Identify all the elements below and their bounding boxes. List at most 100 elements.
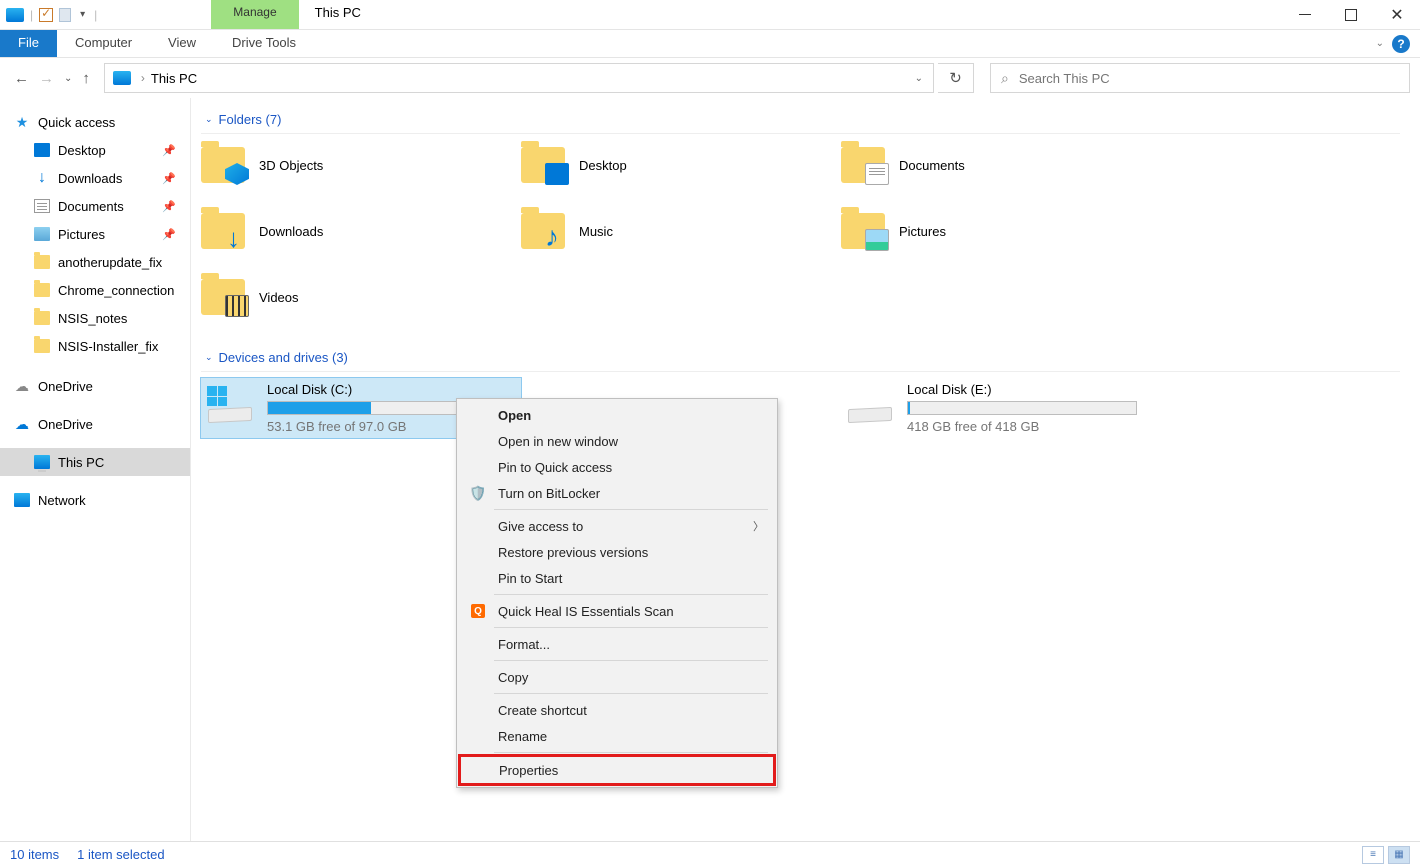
ribbon-tabs: File Computer View Drive Tools ⌄ ? [0,30,1420,58]
quickheal-icon: Q [470,603,486,619]
folder-music[interactable]: Music [521,206,841,256]
ctx-open[interactable]: Open [460,402,774,428]
qat-properties-icon[interactable] [39,8,53,22]
qat-newfolder-icon[interactable] [59,8,71,22]
sidebar-item-documents[interactable]: Documents📌 [14,192,190,220]
address-dropdown-icon[interactable]: ⌄ [905,73,933,84]
folder-icon [201,279,245,315]
submenu-arrow-icon: 〉 [753,518,764,534]
minimize-button[interactable] [1282,0,1328,29]
tab-computer[interactable]: Computer [57,30,150,57]
ctx-pin-start[interactable]: Pin to Start [460,565,774,591]
view-mode-toggles: ≡ ▦ [1362,846,1410,864]
tab-drive-tools[interactable]: Drive Tools [214,30,314,57]
sidebar-onedrive[interactable]: ☁OneDrive [14,410,190,438]
folder-downloads[interactable]: Downloads [201,206,521,256]
folder-icon [841,213,885,249]
content-area: ⌄ Folders (7) 3D Objects Desktop Documen… [190,98,1420,841]
section-drives-header[interactable]: ⌄ Devices and drives (3) [201,346,1400,372]
ctx-rename[interactable]: Rename [460,723,774,749]
ctx-give-access[interactable]: Give access to〉 [460,513,774,539]
back-button[interactable]: ← [14,70,29,87]
folder-icon [34,339,50,353]
ribbon-expand-icon[interactable]: ⌄ [1376,38,1384,49]
file-tab[interactable]: File [0,30,57,57]
sidebar-item-pictures[interactable]: Pictures📌 [14,220,190,248]
pin-icon: 📌 [162,228,176,241]
folder-icon [34,311,50,325]
address-location-icon [113,71,131,85]
highlight-annotation: Properties [458,754,776,786]
help-button[interactable]: ? [1392,35,1410,53]
folder-videos[interactable]: Videos [201,272,521,322]
title-bar: | ▾ | Manage This PC [0,0,1420,30]
ctx-open-new-window[interactable]: Open in new window [460,428,774,454]
navigation-row: ← → ⌄ ↑ › This PC ⌄ ↻ ⌕ [0,58,1420,98]
tab-view[interactable]: View [150,30,214,57]
drive-icon [847,386,893,426]
ctx-quickheal-scan[interactable]: QQuick Heal IS Essentials Scan [460,598,774,624]
folder-icon [841,147,885,183]
ctx-properties[interactable]: Properties [461,757,773,783]
search-box[interactable]: ⌕ [990,63,1410,93]
sidebar-item-downloads[interactable]: ↓Downloads📌 [14,164,190,192]
qat-customize-dropdown[interactable]: ▾ [77,9,88,20]
contextual-tab-label: Manage [211,0,298,29]
folder-pictures[interactable]: Pictures [841,206,1161,256]
section-folders-header[interactable]: ⌄ Folders (7) [201,108,1400,134]
folder-documents[interactable]: Documents [841,140,1161,190]
address-bar[interactable]: › This PC ⌄ [104,63,934,93]
folders-grid: 3D Objects Desktop Documents Downloads M… [201,140,1420,322]
shield-icon: 🛡️ [470,485,486,501]
drive-name: Local Disk (E:) [907,382,1155,397]
close-button[interactable] [1374,0,1420,29]
refresh-button[interactable]: ↻ [938,63,974,93]
context-menu: Open Open in new window Pin to Quick acc… [456,398,778,788]
folder-icon [201,213,245,249]
ctx-pin-quick-access[interactable]: Pin to Quick access [460,454,774,480]
window-controls [1282,0,1420,29]
view-tiles-button[interactable]: ▦ [1388,846,1410,864]
desktop-icon [34,143,50,157]
ctx-separator [494,693,768,694]
folder-icon [201,147,245,183]
star-icon: ★ [14,115,30,129]
folder-desktop[interactable]: Desktop [521,140,841,190]
sidebar-item-folder[interactable]: NSIS_notes [14,304,190,332]
ctx-bitlocker[interactable]: 🛡️Turn on BitLocker [460,480,774,506]
app-icon[interactable] [6,8,24,22]
up-button[interactable]: ↑ [82,70,90,87]
pin-icon: 📌 [162,172,176,185]
sidebar-this-pc[interactable]: This PC [0,448,190,476]
ctx-copy[interactable]: Copy [460,664,774,690]
collapse-chevron-icon: ⌄ [205,114,213,125]
contextual-tab-group: Manage This PC [211,0,377,29]
ctx-restore-versions[interactable]: Restore previous versions [460,539,774,565]
breadcrumb-location[interactable]: This PC [149,71,199,86]
network-icon [14,493,30,507]
maximize-button[interactable] [1328,0,1374,29]
history-dropdown-icon[interactable]: ⌄ [64,73,72,84]
sidebar-item-desktop[interactable]: Desktop📌 [14,136,190,164]
ctx-format[interactable]: Format... [460,631,774,657]
drive-e[interactable]: Local Disk (E:) 418 GB free of 418 GB [841,378,1161,438]
documents-icon [34,199,50,213]
folder-icon [521,213,565,249]
view-details-button[interactable]: ≡ [1362,846,1384,864]
drive-usage-bar [907,401,1137,415]
sidebar-onedrive[interactable]: ☁OneDrive [14,372,190,400]
sidebar-item-folder[interactable]: anotherupdate_fix [14,248,190,276]
breadcrumb-chevron-icon[interactable]: › [137,71,149,85]
status-selected-count: 1 item selected [77,847,164,862]
search-input[interactable] [1019,71,1409,86]
pc-icon [34,455,50,469]
sidebar-label: Quick access [38,115,115,130]
folder-3d-objects[interactable]: 3D Objects [201,140,521,190]
ctx-create-shortcut[interactable]: Create shortcut [460,697,774,723]
sidebar-item-folder[interactable]: NSIS-Installer_fix [14,332,190,360]
sidebar-quick-access[interactable]: ★ Quick access [14,108,190,136]
sidebar-item-folder[interactable]: Chrome_connection [14,276,190,304]
navigation-pane: ★ Quick access Desktop📌 ↓Downloads📌 Docu… [0,98,190,841]
sidebar-network[interactable]: Network [14,486,190,514]
drive-name: Local Disk (C:) [267,382,515,397]
